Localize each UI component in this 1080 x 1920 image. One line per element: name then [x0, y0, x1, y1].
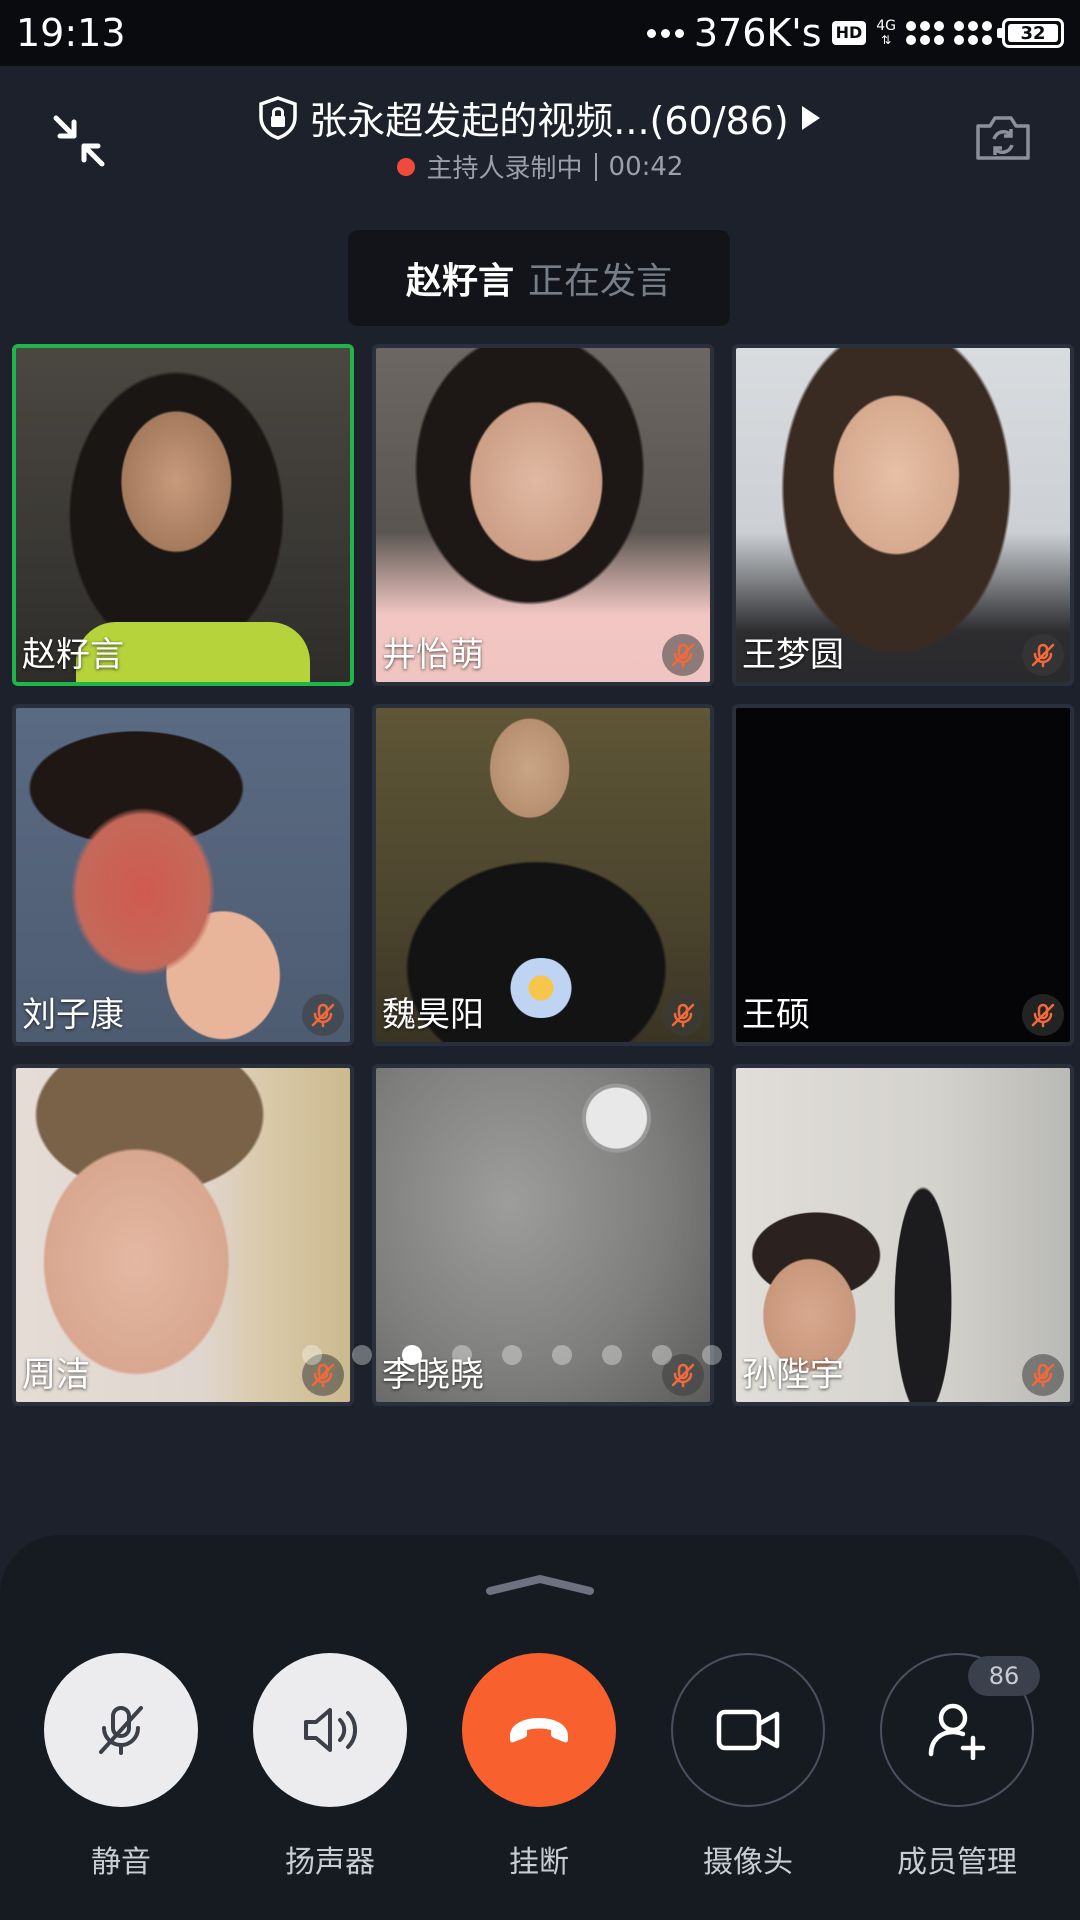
participant-tile[interactable]: 井怡萌 [372, 344, 714, 686]
lock-shield-icon [259, 95, 298, 140]
status-bar: 19:13 376K's HD 4G ⇅ 32 [0, 0, 1080, 66]
recording-dot-icon [396, 157, 415, 176]
call-title: 张永超发起的视频...(60/86) [309, 99, 789, 143]
mic-muted-icon [1022, 634, 1064, 676]
mic-muted-icon [662, 994, 704, 1036]
shirt-flower-detail [506, 958, 576, 1018]
hd-icon: HD [831, 21, 867, 45]
divider [594, 152, 597, 181]
network-type-label: 4G [876, 18, 896, 34]
participant-tile[interactable]: 赵籽言 [12, 344, 354, 686]
participant-tile[interactable]: 王梦圆 [732, 344, 1074, 686]
hang-up-button[interactable] [462, 1653, 616, 1807]
recording-status-row: 主持人录制中 00:42 [0, 148, 1080, 185]
member-count-badge: 86 [968, 1656, 1040, 1696]
play-arrow-icon [801, 105, 820, 130]
page-dot[interactable] [602, 1345, 622, 1365]
call-duration: 00:42 [608, 151, 684, 182]
participant-tile[interactable]: 刘子康 [12, 704, 354, 1046]
recording-status: 主持人录制中 [426, 154, 583, 184]
battery-icon: 32 [997, 18, 1064, 48]
speaker-label: 扬声器 [285, 1845, 375, 1880]
participant-name: 井怡萌 [382, 635, 484, 675]
panel-handle-icon[interactable] [484, 1575, 596, 1595]
participant-name: 刘子康 [22, 995, 124, 1035]
mute-button[interactable] [44, 1653, 198, 1807]
page-dot[interactable] [352, 1345, 372, 1365]
page-indicator[interactable] [302, 1345, 722, 1365]
active-speaker-status: 正在发言 [528, 261, 673, 302]
call-title-row[interactable]: 张永超发起的视频...(60/86) [0, 90, 1080, 145]
participant-tile[interactable]: 孙陛宇 [732, 1064, 1074, 1406]
participant-name: 周洁 [22, 1355, 90, 1395]
mic-off-icon [99, 1706, 143, 1755]
speaker-icon [304, 1708, 358, 1752]
video-camera-icon [716, 1709, 780, 1751]
battery-level: 32 [1020, 22, 1046, 44]
switch-camera-button[interactable] [974, 112, 1032, 164]
camera-button[interactable] [671, 1653, 825, 1807]
page-dot[interactable] [552, 1345, 572, 1365]
network-type-icon: 4G ⇅ [876, 18, 896, 47]
call-header: 张永超发起的视频...(60/86) 主持人录制中 00:42 [0, 66, 1080, 216]
active-speaker-name: 赵籽言 [405, 261, 514, 302]
more-dots-icon [646, 28, 684, 38]
page-dot[interactable] [452, 1345, 472, 1365]
wifi-signal-icon [954, 21, 992, 45]
participant-name: 孙陛宇 [742, 1355, 844, 1395]
page-dot-current[interactable] [402, 1345, 422, 1365]
add-member-icon [928, 1703, 986, 1760]
mic-muted-icon [662, 634, 704, 676]
page-dot[interactable] [302, 1345, 322, 1365]
hang-up-icon [510, 1718, 568, 1743]
speaker-button[interactable] [253, 1653, 407, 1807]
active-speaker-indicator: 赵籽言 正在发言 [348, 230, 730, 326]
status-time: 19:13 [16, 11, 126, 55]
participant-tile[interactable]: 王硕 [732, 704, 1074, 1046]
hang-up-label: 挂断 [509, 1845, 569, 1880]
participant-name: 王梦圆 [742, 635, 844, 675]
page-dot[interactable] [702, 1345, 722, 1365]
member-management-label: 成员管理 [897, 1845, 1017, 1880]
network-speed: 376K's [693, 11, 822, 55]
camera-label: 摄像头 [703, 1845, 793, 1880]
participant-tile[interactable]: 魏昊阳 [372, 704, 714, 1046]
page-dot[interactable] [652, 1345, 672, 1365]
mic-muted-icon [1022, 994, 1064, 1036]
participant-name: 赵籽言 [22, 635, 124, 675]
participant-name: 魏昊阳 [382, 995, 484, 1035]
mic-muted-icon [302, 994, 344, 1036]
switch-camera-icon [976, 116, 1030, 160]
mute-label: 静音 [91, 1845, 151, 1880]
video-call-screen: 19:13 376K's HD 4G ⇅ 32 张永超发起的视频...(60/8… [0, 0, 1080, 1920]
participant-name: 王硕 [742, 995, 810, 1035]
call-controls-panel: 静音 扬声器 挂断 摄像头 成员管理 [0, 1535, 1080, 1920]
page-dot[interactable] [502, 1345, 522, 1365]
signal-icon [906, 21, 944, 45]
mic-muted-icon [1022, 1354, 1064, 1396]
